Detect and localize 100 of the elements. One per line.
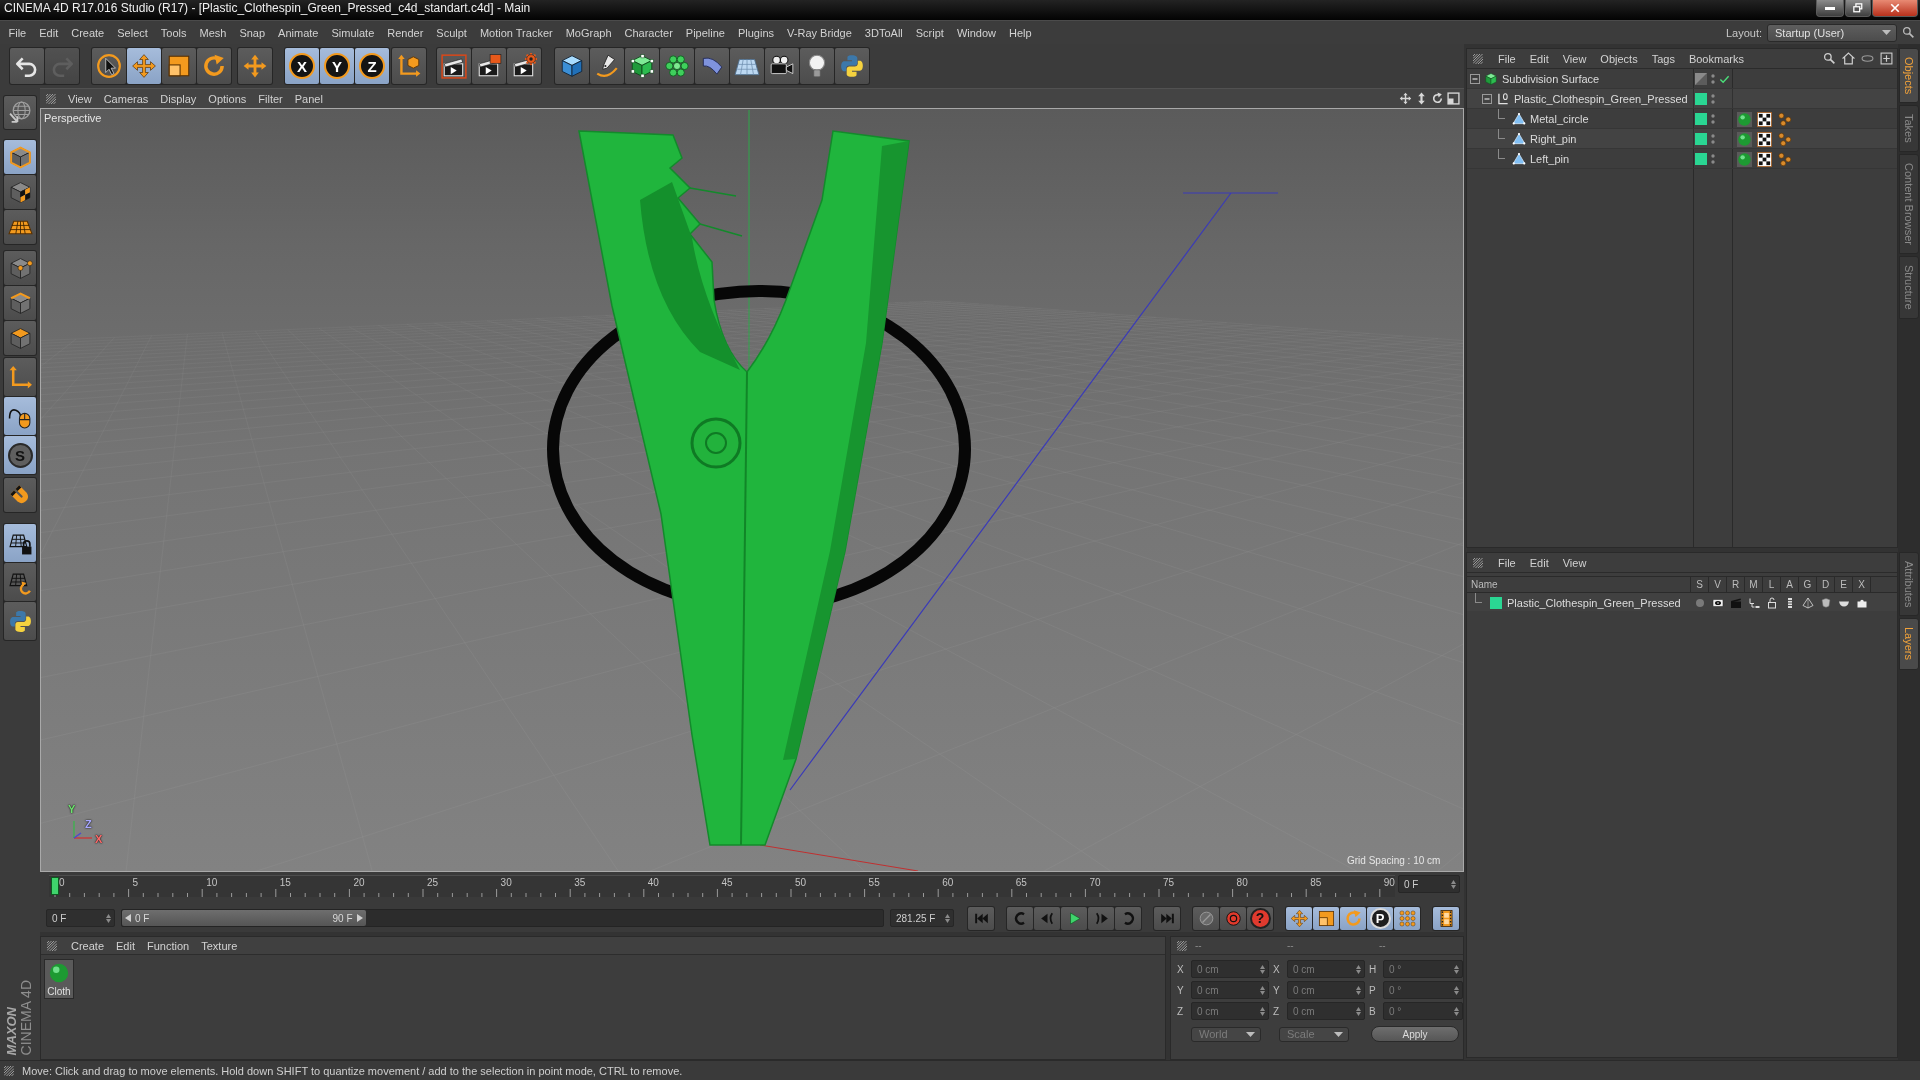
- film-strip-button[interactable]: [1433, 906, 1459, 930]
- collapse-button[interactable]: [1482, 94, 1492, 104]
- menu-item[interactable]: Tags: [1644, 49, 1682, 68]
- layer-row[interactable]: Plastic_Clothespin_Green_Pressed: [1467, 593, 1897, 611]
- viewport-menu-item[interactable]: Filter: [252, 89, 289, 108]
- grid-lock-button[interactable]: [4, 524, 36, 562]
- rotate-button[interactable]: [1340, 906, 1366, 930]
- layer-color-swatch[interactable]: [1695, 153, 1707, 165]
- menu-item[interactable]: Create: [65, 936, 111, 955]
- menu-item[interactable]: MoGraph: [559, 23, 619, 42]
- menu-item[interactable]: Script: [909, 23, 951, 42]
- previous-key-button[interactable]: [1007, 906, 1033, 930]
- dot-grid-button[interactable]: [1394, 906, 1420, 930]
- menu-item[interactable]: Function: [141, 936, 196, 955]
- menu-item[interactable]: Render: [380, 23, 430, 42]
- layout-dropdown[interactable]: Startup (User): [1767, 23, 1897, 42]
- menu-item[interactable]: Help: [1002, 23, 1039, 42]
- side-tab[interactable]: Structure: [1899, 256, 1919, 319]
- menu-item[interactable]: Sculpt: [429, 23, 474, 42]
- menu-item[interactable]: Edit: [1522, 553, 1556, 572]
- object-name[interactable]: Right_pin: [1530, 133, 1577, 145]
- object-row[interactable]: Right_pin: [1467, 129, 1897, 149]
- axis-toggle-button[interactable]: Y: [320, 48, 354, 84]
- viewport-menu-item[interactable]: Options: [202, 89, 253, 108]
- clapperboard-window-button[interactable]: [472, 48, 506, 84]
- viewport-scene[interactable]: Perspective Grid Spacing : 10 cm Y Z X: [40, 108, 1464, 872]
- ellipse-icon[interactable]: [1861, 52, 1874, 65]
- cube-outline-button[interactable]: [4, 140, 36, 174]
- cursor-button[interactable]: [92, 48, 126, 84]
- corner-axis-button[interactable]: [4, 358, 36, 396]
- magnet-button[interactable]: [4, 478, 36, 512]
- side-tab[interactable]: Content Browser: [1899, 154, 1919, 254]
- slashed-circle-button[interactable]: [1193, 906, 1219, 930]
- menu-item[interactable]: 3DToAll: [858, 23, 910, 42]
- menu-item[interactable]: Create: [64, 23, 111, 42]
- object-row[interactable]: Metal_circle: [1467, 109, 1897, 129]
- home-icon[interactable]: [1842, 52, 1855, 65]
- menu-item[interactable]: Plugins: [731, 23, 781, 42]
- cube-axes-button[interactable]: [392, 48, 426, 84]
- side-tab[interactable]: Takes: [1899, 105, 1919, 153]
- object-name[interactable]: Left_pin: [1530, 153, 1570, 165]
- cube-face-button[interactable]: [4, 321, 36, 355]
- menu-item[interactable]: Objects: [1593, 49, 1645, 68]
- side-tab[interactable]: Attributes: [1899, 552, 1919, 617]
- maximize-icon[interactable]: [1447, 92, 1460, 105]
- pen-button[interactable]: [590, 48, 624, 84]
- cross-arrows-button[interactable]: [238, 48, 272, 84]
- rotate-button[interactable]: [197, 48, 231, 84]
- clapperboard-button[interactable]: [437, 48, 471, 84]
- object-row[interactable]: Subdivision Surface: [1467, 69, 1897, 89]
- collapse-button[interactable]: [1470, 74, 1480, 84]
- menu-item[interactable]: Mesh: [193, 23, 233, 42]
- clapperboard-gear-button[interactable]: [507, 48, 541, 84]
- layer-name[interactable]: Plastic_Clothespin_Green_Pressed: [1507, 597, 1681, 609]
- search-icon[interactable]: [1902, 26, 1915, 39]
- viewport-menu-item[interactable]: Panel: [288, 89, 329, 108]
- menu-item[interactable]: Bookmarks: [1681, 49, 1751, 68]
- search-icon[interactable]: [1823, 52, 1836, 65]
- cube-button[interactable]: [555, 48, 589, 84]
- start-frame-field[interactable]: 0 F: [46, 909, 115, 927]
- menu-item[interactable]: Character: [618, 23, 680, 42]
- current-frame-field[interactable]: 0 F: [1398, 875, 1460, 893]
- mouse-button[interactable]: [4, 397, 36, 435]
- apply-button[interactable]: Apply: [1371, 1026, 1459, 1042]
- object-name[interactable]: Plastic_Clothespin_Green_Pressed: [1514, 93, 1688, 105]
- menu-item[interactable]: File: [2, 23, 33, 42]
- menu-item[interactable]: Simulate: [324, 23, 381, 42]
- object-row[interactable]: Left_pin: [1467, 149, 1897, 169]
- scale-button[interactable]: [162, 48, 196, 84]
- restore-button[interactable]: [1845, 0, 1871, 17]
- scale-button[interactable]: [1313, 906, 1339, 930]
- object-name[interactable]: Metal_circle: [1530, 113, 1589, 125]
- layer-color-swatch[interactable]: [1695, 113, 1707, 125]
- globe-arrow-button[interactable]: [4, 96, 36, 129]
- menu-item[interactable]: Motion Tracker: [473, 23, 560, 42]
- timeline-track[interactable]: 0 5 10 15 20 25 30 35 40 45 50 55 60 65 70 75 80 85 90: [49, 875, 1395, 897]
- menu-item[interactable]: View: [1555, 49, 1594, 68]
- menu-item[interactable]: Select: [110, 23, 155, 42]
- object-name[interactable]: Subdivision Surface: [1502, 73, 1600, 85]
- end-frame-field[interactable]: 281.25 F: [890, 909, 954, 927]
- parameter-key-button[interactable]: P: [1367, 906, 1393, 930]
- undo-button[interactable]: [10, 48, 44, 84]
- menu-item[interactable]: Edit: [110, 936, 141, 955]
- circular-arrow-icon[interactable]: [1431, 92, 1444, 105]
- object-row[interactable]: Plastic_Clothespin_Green_Pressed: [1467, 89, 1897, 109]
- move-button[interactable]: [1286, 906, 1312, 930]
- side-tab[interactable]: Objects: [1899, 48, 1919, 104]
- menu-item[interactable]: Window: [950, 23, 1003, 42]
- layer-color-swatch[interactable]: [1695, 133, 1707, 145]
- floor-plane-button[interactable]: [730, 48, 764, 84]
- bend-button[interactable]: [695, 48, 729, 84]
- close-button[interactable]: [1872, 0, 1918, 17]
- textured-cube-button[interactable]: [4, 175, 36, 209]
- range-slider-track[interactable]: 0 F 90 F: [121, 909, 884, 927]
- viewport-menu-item[interactable]: Display: [154, 89, 203, 108]
- playhead[interactable]: [51, 877, 59, 895]
- grid-plane-button[interactable]: [4, 210, 36, 244]
- range-slider-fill[interactable]: 0 F 90 F: [122, 910, 366, 926]
- subdivision-cube-button[interactable]: [625, 48, 659, 84]
- cube-points-button[interactable]: [4, 251, 36, 285]
